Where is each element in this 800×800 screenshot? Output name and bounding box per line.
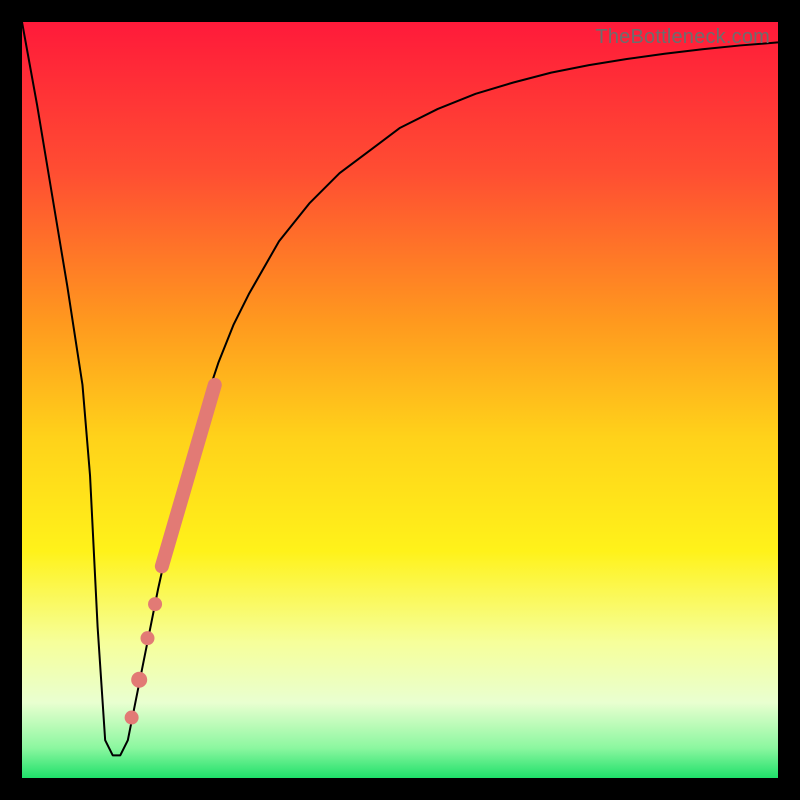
plot-area: TheBottleneck.com <box>22 22 778 778</box>
highlight-dot-1 <box>148 597 162 611</box>
chart-background <box>22 22 778 778</box>
chart-svg <box>22 22 778 778</box>
chart-frame: TheBottleneck.com <box>0 0 800 800</box>
watermark-text: TheBottleneck.com <box>595 26 770 49</box>
highlight-dot-4 <box>125 711 139 725</box>
highlight-dot-3 <box>131 672 147 688</box>
highlight-dot-2 <box>141 631 155 645</box>
